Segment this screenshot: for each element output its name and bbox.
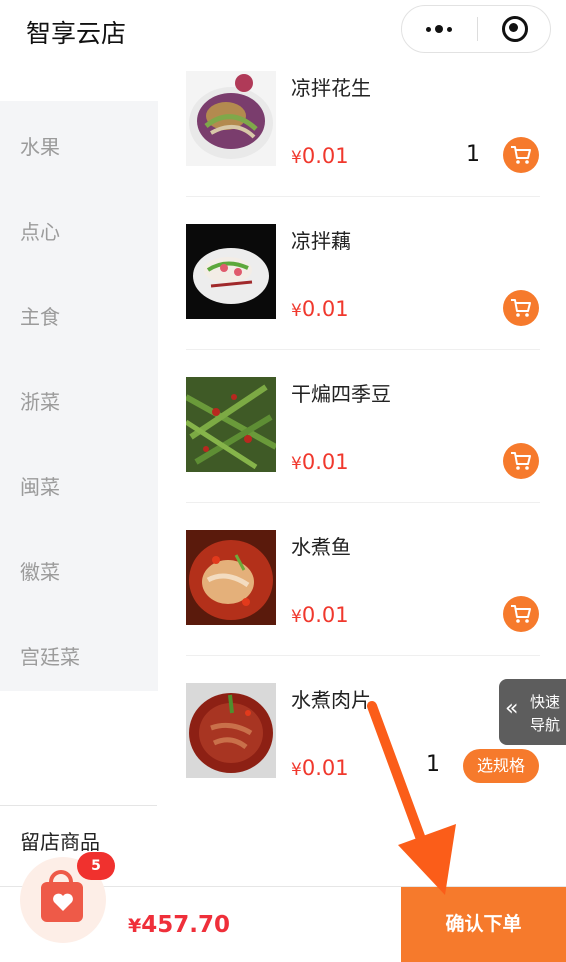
cart-icon bbox=[511, 605, 531, 623]
product-item: 凉拌藕 ¥0.01 bbox=[186, 197, 540, 350]
sidebar-item-fruit[interactable]: 水果 bbox=[0, 101, 158, 186]
product-quantity: 1 bbox=[466, 142, 480, 167]
cart-icon bbox=[511, 146, 531, 164]
sidebar-item-imperial[interactable]: 宫廷菜 bbox=[0, 611, 158, 696]
add-to-cart-button[interactable] bbox=[503, 290, 539, 326]
add-to-cart-button[interactable] bbox=[503, 596, 539, 632]
add-to-cart-button[interactable] bbox=[503, 137, 539, 173]
product-name: 水煮鱼 bbox=[291, 535, 351, 559]
confirm-order-button[interactable]: 确认下单 bbox=[401, 887, 566, 962]
cart-icon bbox=[511, 452, 531, 470]
sidebar-item-dimsum[interactable]: 点心 bbox=[0, 186, 158, 271]
product-item: 水煮鱼 ¥0.01 bbox=[186, 503, 540, 656]
product-price: ¥0.01 bbox=[291, 144, 349, 168]
product-image[interactable] bbox=[186, 377, 276, 472]
product-price: ¥0.01 bbox=[291, 603, 349, 627]
sidebar-item-label: 主食 bbox=[20, 305, 60, 329]
quick-nav-button[interactable]: « 快速 导航 bbox=[499, 679, 566, 745]
heart-icon bbox=[53, 893, 73, 911]
sidebar-item-anhui[interactable]: 徽菜 bbox=[0, 526, 158, 611]
sidebar-item-zhejiang[interactable]: 浙菜 bbox=[0, 356, 158, 441]
sidebar-item-label: 浙菜 bbox=[20, 390, 60, 414]
sidebar-item-staple[interactable]: 主食 bbox=[0, 271, 158, 356]
cart-count-badge: 5 bbox=[77, 852, 115, 880]
sidebar-item-label: 水果 bbox=[20, 135, 60, 159]
double-chevron-left-icon: « bbox=[505, 696, 519, 721]
product-item: 干煸四季豆 ¥0.01 bbox=[186, 350, 540, 503]
add-to-cart-button[interactable] bbox=[503, 443, 539, 479]
select-spec-button[interactable]: 选规格 bbox=[463, 749, 539, 783]
sidebar-item-label: 闽菜 bbox=[20, 475, 60, 499]
product-image[interactable] bbox=[186, 224, 276, 319]
quick-nav-label-1: 快速 bbox=[530, 693, 561, 711]
product-item: 水煮肉片 ¥0.01 1 选规格 bbox=[186, 656, 540, 809]
cart-total: ¥457.70 bbox=[128, 912, 230, 938]
quick-nav-label-2: 导航 bbox=[530, 716, 561, 734]
product-name: 水煮肉片 bbox=[291, 688, 371, 712]
sidebar-item-label: 宫廷菜 bbox=[20, 645, 80, 669]
product-image[interactable] bbox=[186, 71, 276, 166]
stored-goods-tab[interactable]: 留店商品 bbox=[0, 805, 157, 866]
stored-goods-label: 留店商品 bbox=[20, 830, 100, 854]
product-price: ¥0.01 bbox=[291, 450, 349, 474]
sidebar-item-label: 点心 bbox=[20, 220, 60, 244]
product-image[interactable] bbox=[186, 530, 276, 625]
cart-icon bbox=[511, 299, 531, 317]
product-name: 凉拌藕 bbox=[291, 229, 351, 253]
category-sidebar: 水果 点心 主食 浙菜 闽菜 徽菜 宫廷菜 bbox=[0, 101, 158, 691]
sidebar-item-fujian[interactable]: 闽菜 bbox=[0, 441, 158, 526]
product-name: 干煸四季豆 bbox=[291, 382, 391, 406]
product-name: 凉拌花生 bbox=[291, 76, 371, 100]
product-quantity: 1 bbox=[426, 752, 440, 777]
product-price: ¥0.01 bbox=[291, 756, 349, 780]
app-title: 智享云店 bbox=[26, 19, 127, 48]
product-item: 凉拌花生 ¥0.01 1 bbox=[186, 44, 540, 197]
product-price: ¥0.01 bbox=[291, 297, 349, 321]
sidebar-item-label: 徽菜 bbox=[20, 560, 60, 584]
product-image[interactable] bbox=[186, 683, 276, 778]
